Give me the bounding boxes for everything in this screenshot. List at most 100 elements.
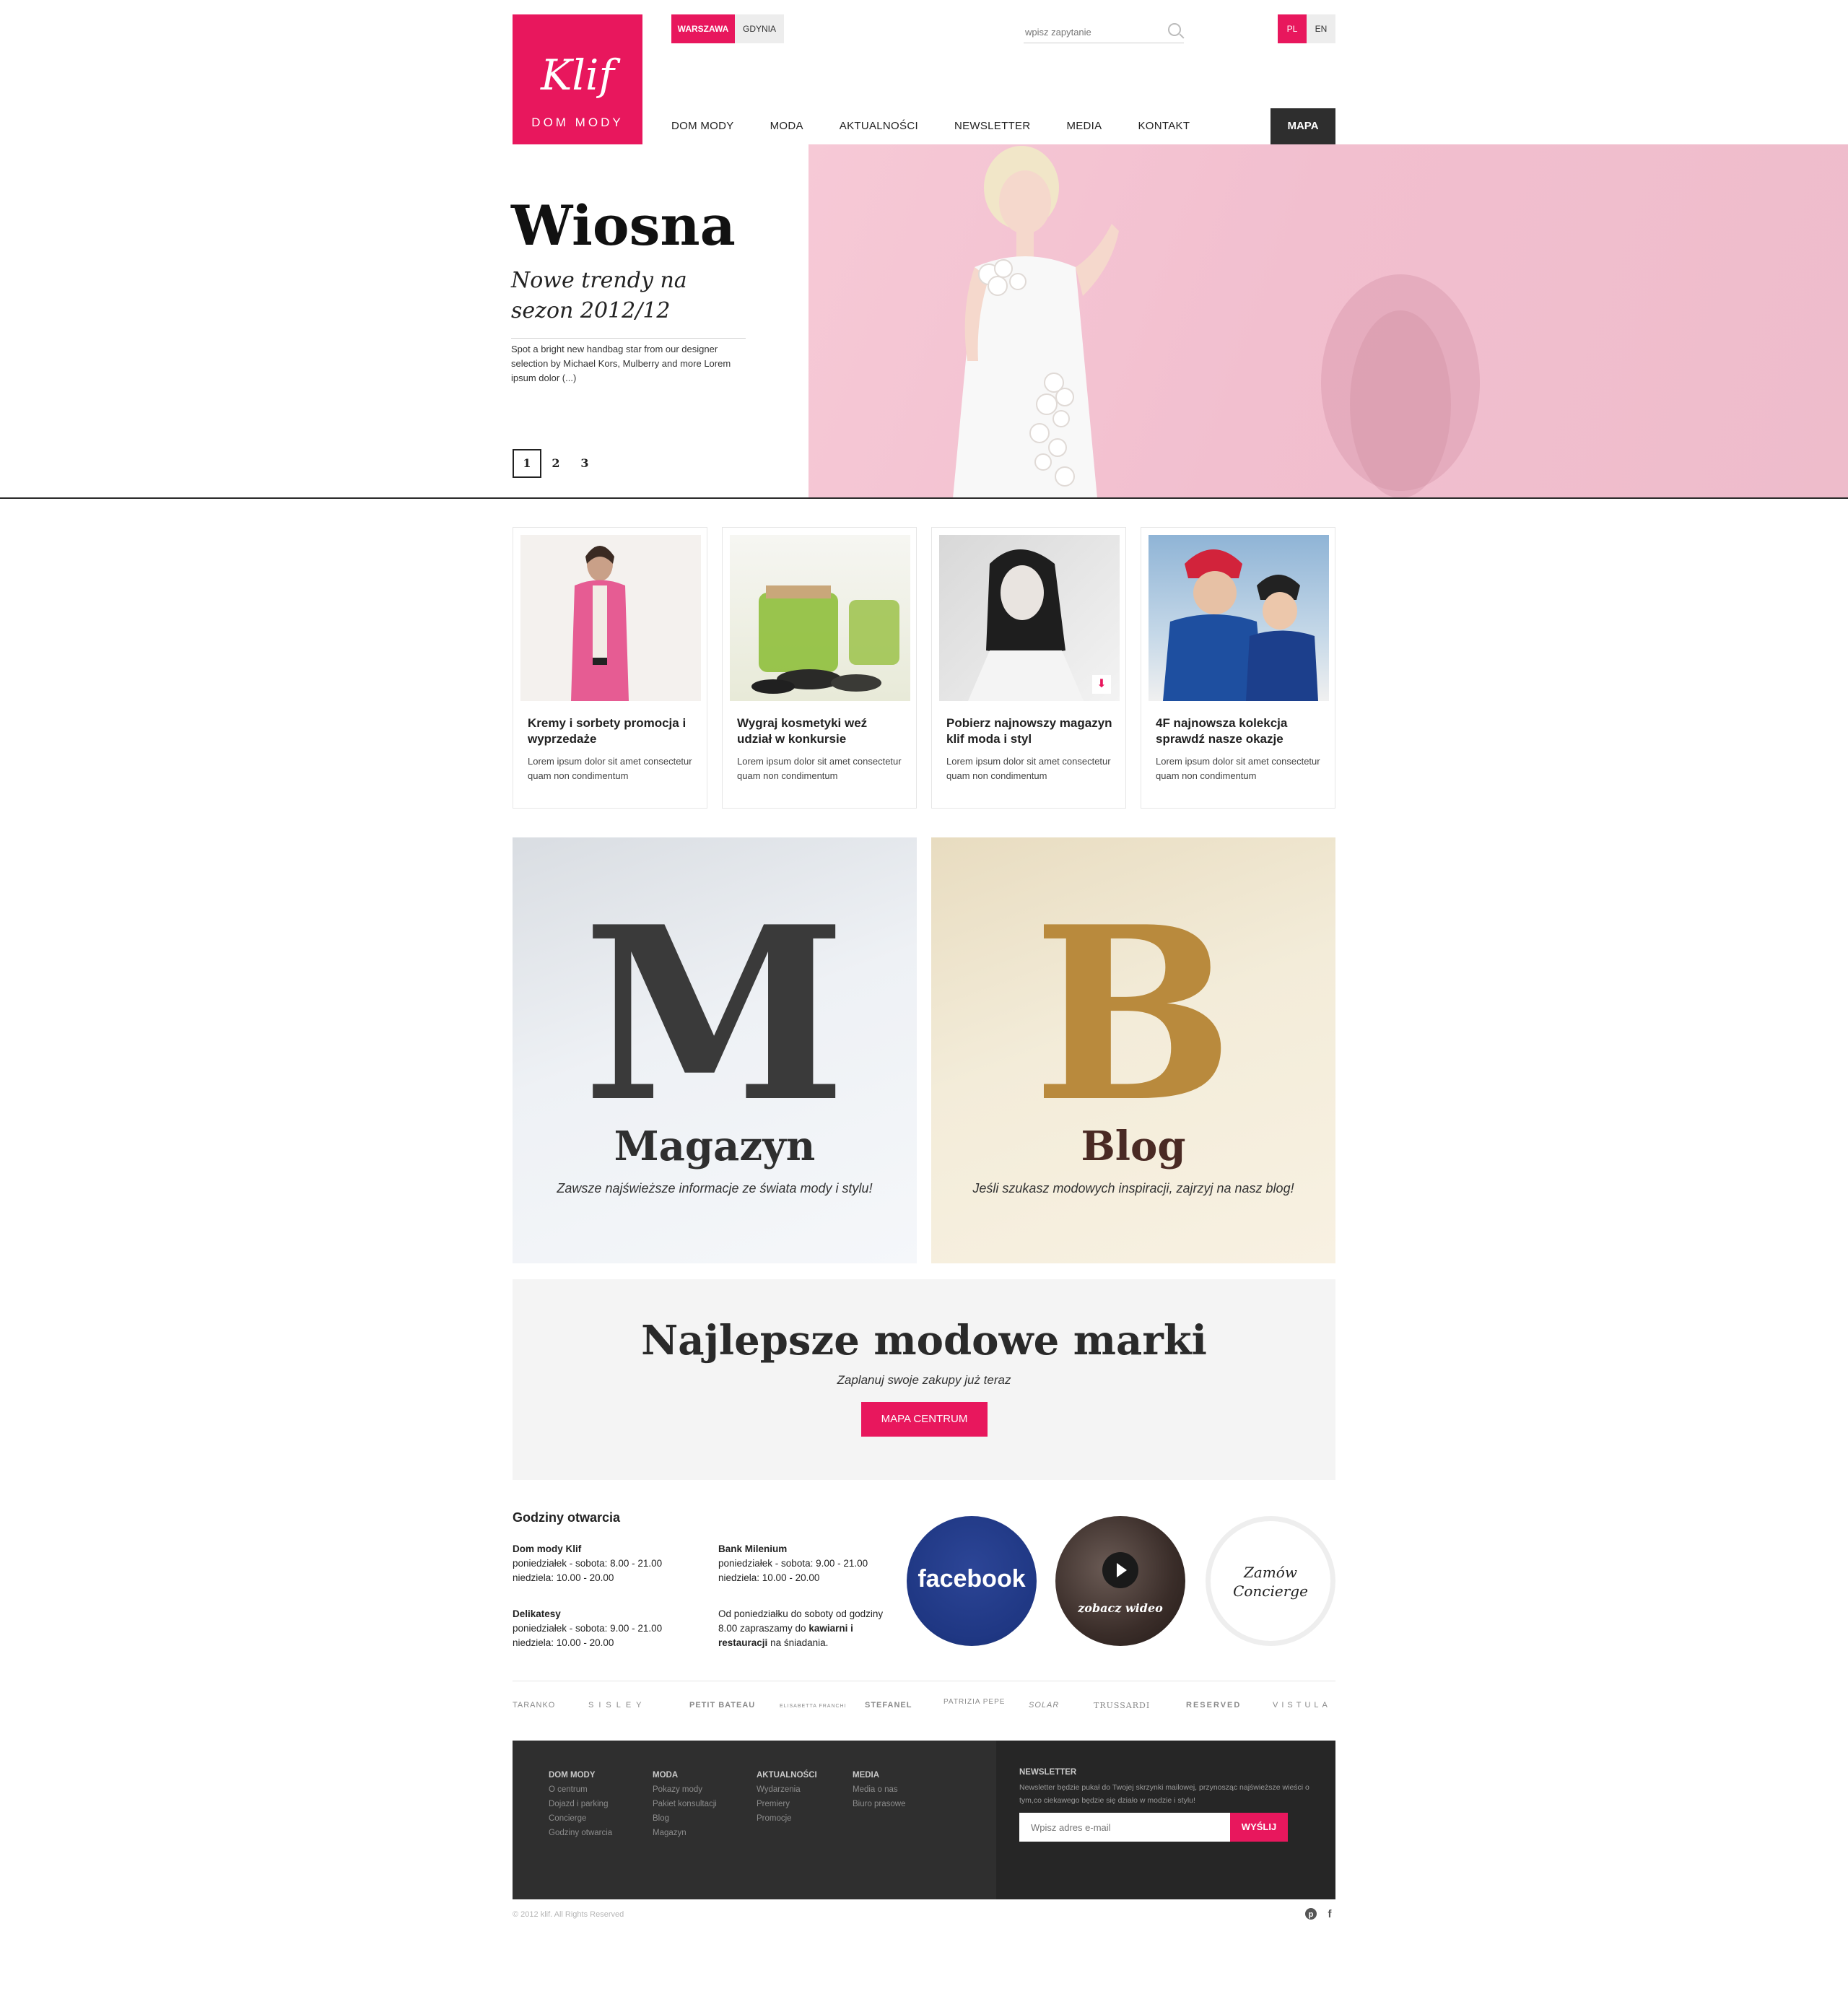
card-title: Wygraj kosmetyki weź udział w konkursie — [737, 716, 868, 746]
nav-item-aktualnosci[interactable]: AKTUALNOŚCI — [840, 108, 918, 144]
promo-card[interactable]: Kremy i sorbety promocja i wyprzedaże Lo… — [513, 527, 707, 809]
card-text: Lorem ipsum dolor sit amet consectetur q… — [946, 756, 1111, 781]
card-text: Lorem ipsum dolor sit amet consectetur q… — [737, 756, 902, 781]
brand-logo-patrizia-pepe[interactable]: PATRIZIA PEPE — [943, 1698, 1005, 1706]
footer-column: AKTUALNOŚCI Wydarzenia Premiery Promocje — [757, 1768, 817, 1826]
newsletter-submit-button[interactable]: WYŚLIJ — [1230, 1813, 1288, 1842]
promo-card[interactable]: ⬇ Pobierz najnowszy magazyn klif moda i … — [931, 527, 1126, 809]
facebook-label: facebook — [918, 1565, 1026, 1593]
hours-name: Bank Milenium — [718, 1543, 788, 1554]
newsletter-box: NEWSLETTER Newsletter będzie pukał do Tw… — [996, 1741, 1335, 1899]
brand-logo-petit-bateau[interactable]: PETIT BATEAU — [689, 1701, 755, 1710]
blog-text: Jeśli szukasz modowych inspiracji, zajrz… — [972, 1181, 1294, 1196]
hours-block: Delikatesy poniedziałek - sobota: 9.00 -… — [513, 1607, 662, 1650]
newsletter-email-input[interactable] — [1019, 1813, 1230, 1842]
hero-rule — [511, 338, 746, 339]
blog-letter: B — [1032, 874, 1234, 1154]
note-text: na śniadania. — [770, 1637, 829, 1648]
footer-column-head[interactable]: AKTUALNOŚCI — [757, 1768, 817, 1782]
blog-panel[interactable]: B Blog Jeśli szukasz modowych inspiracji… — [931, 837, 1335, 1263]
slider-page-2[interactable]: 2 — [541, 449, 570, 478]
footer: DOM MODY O centrum Dojazd i parking Conc… — [513, 1741, 1335, 1899]
brand-logo-taranko[interactable]: TARANKO — [513, 1701, 555, 1710]
video-circle[interactable]: zobacz wideo — [1055, 1516, 1185, 1646]
nav-item-dom-mody[interactable]: DOM MODY — [671, 108, 734, 144]
magazine-text: Zawsze najświeższe informacje ze świata … — [557, 1181, 873, 1196]
hours-name: Delikatesy — [513, 1608, 561, 1619]
video-label: zobacz wideo — [1078, 1601, 1163, 1615]
logo[interactable]: Klif DOM MODY — [513, 14, 642, 144]
footer-column-head[interactable]: MODA — [653, 1768, 717, 1782]
nav-item-kontakt[interactable]: KONTAKT — [1138, 108, 1190, 144]
download-icon[interactable]: ⬇ — [1092, 675, 1111, 694]
breakfast-note: Od poniedziałku do soboty od godziny 8.0… — [718, 1607, 884, 1650]
footer-link[interactable]: Godziny otwarcia — [549, 1826, 612, 1840]
facebook-circle[interactable]: facebook — [907, 1516, 1037, 1646]
hours-line: poniedziałek - sobota: 8.00 - 21.00 — [513, 1558, 663, 1569]
hero-image — [808, 144, 1848, 498]
slider-page-3[interactable]: 3 — [570, 449, 599, 478]
slider-page-1[interactable]: 1 — [513, 449, 541, 478]
footer-link[interactable]: Media o nas — [853, 1782, 906, 1797]
card-title: Pobierz najnowszy magazyn klif moda i st… — [946, 716, 1112, 746]
footer-link[interactable]: Blog — [653, 1811, 717, 1826]
nav-item-newsletter[interactable]: NEWSLETTER — [954, 108, 1031, 144]
promo-card[interactable]: 4F najnowsza kolekcja sprawdź nasze okaz… — [1141, 527, 1335, 809]
footer-link[interactable]: Promocje — [757, 1811, 817, 1826]
concierge-circle[interactable]: Zamów Concierge — [1206, 1516, 1335, 1646]
brand-logo-stefanel[interactable]: STEFANEL — [865, 1701, 912, 1710]
promo-title: Najlepsze modowe marki — [641, 1317, 1207, 1364]
magazine-panel[interactable]: M Magazyn Zawsze najświeższe informacje … — [513, 837, 917, 1263]
concierge-label: Zamów Concierge — [1233, 1564, 1308, 1600]
promo-subtitle: Zaplanuj swoje zakupy już teraz — [837, 1373, 1011, 1387]
footer-link[interactable]: Biuro prasowe — [853, 1797, 906, 1811]
card-image-4f — [1149, 535, 1329, 701]
footer-link[interactable]: O centrum — [549, 1782, 612, 1797]
nav-item-moda[interactable]: MODA — [770, 108, 803, 144]
lang-en-button[interactable]: EN — [1307, 14, 1335, 43]
footer-link[interactable]: Pakiet konsultacji — [653, 1797, 717, 1811]
promo-card[interactable]: Wygraj kosmetyki weź udział w konkursie … — [722, 527, 917, 809]
footer-link[interactable]: Magazyn — [653, 1826, 717, 1840]
search-icon[interactable] — [1168, 23, 1181, 36]
hero-description: Spot a bright new handbag star from our … — [511, 344, 731, 383]
brands-promo: Najlepsze modowe marki Zaplanuj swoje za… — [513, 1279, 1335, 1480]
card-image-fashion — [520, 535, 701, 701]
search-bar — [1024, 19, 1184, 43]
hours-block: Bank Milenium poniedziałek - sobota: 9.0… — [718, 1542, 868, 1585]
brand-logo-elisabetta-franchi[interactable]: ELISABETTA FRANCHI — [780, 1704, 847, 1709]
lang-pl-button[interactable]: PL — [1278, 14, 1307, 43]
card-image-cosmetics — [730, 535, 910, 701]
nav-item-media[interactable]: MEDIA — [1066, 108, 1102, 144]
magazine-title: Magazyn — [614, 1123, 816, 1170]
city-gdynia-button[interactable]: GDYNIA — [735, 14, 784, 43]
map-center-button[interactable]: MAPA CENTRUM — [861, 1402, 988, 1437]
footer-link[interactable]: Pokazy mody — [653, 1782, 717, 1797]
search-input[interactable] — [1025, 23, 1155, 40]
footer-link[interactable]: Dojazd i parking — [549, 1797, 612, 1811]
card-text: Lorem ipsum dolor sit amet consectetur q… — [1156, 756, 1320, 781]
card-title: Kremy i sorbety promocja i wyprzedaże — [528, 716, 687, 746]
svg-text:p: p — [1309, 1910, 1314, 1919]
footer-link[interactable]: Concierge — [549, 1811, 612, 1826]
brand-logo-solar[interactable]: SOLAR — [1029, 1701, 1059, 1710]
play-icon[interactable] — [1102, 1552, 1138, 1588]
note-text: Od poniedziałku do soboty od godziny 8.0… — [718, 1608, 884, 1634]
footer-column-head[interactable]: MEDIA — [853, 1768, 906, 1782]
hero-title: Wiosna — [511, 193, 736, 258]
city-warszawa-button[interactable]: WARSZAWA — [671, 14, 735, 43]
hours-line: poniedziałek - sobota: 9.00 - 21.00 — [513, 1623, 663, 1634]
magazine-letter: M — [583, 874, 847, 1154]
brand-logo-trussardi[interactable]: TRUSSARDI — [1094, 1701, 1150, 1710]
footer-column-head[interactable]: DOM MODY — [549, 1768, 612, 1782]
brand-logo-vistula[interactable]: VISTULA — [1273, 1701, 1331, 1710]
facebook-icon[interactable]: f — [1322, 1907, 1337, 1922]
footer-link[interactable]: Premiery — [757, 1797, 817, 1811]
brand-logo-reserved[interactable]: RESERVED — [1186, 1701, 1241, 1710]
map-button[interactable]: MAPA — [1270, 108, 1335, 144]
hero-subtitle: Nowe trendy na sezon 2012/12 — [511, 268, 687, 323]
card-image-magazine: ⬇ — [939, 535, 1120, 701]
pinterest-icon[interactable]: p — [1304, 1907, 1318, 1922]
brand-logo-sisley[interactable]: SISLEY — [588, 1701, 647, 1710]
footer-link[interactable]: Wydarzenia — [757, 1782, 817, 1797]
